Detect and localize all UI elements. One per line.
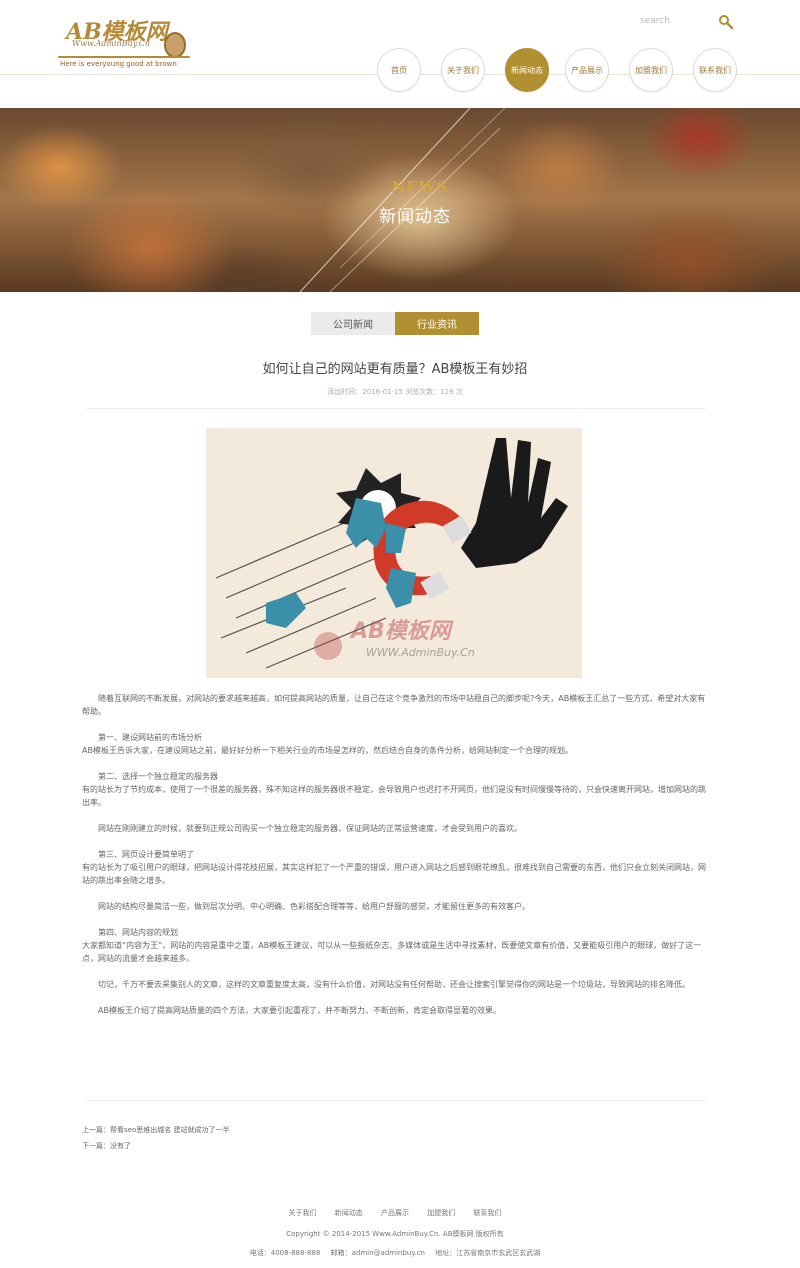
site-logo[interactable]: AB模板网 Www.AdminBuy.Cn Here is everyoung …	[58, 12, 198, 72]
paragraph: AB模板王告诉大家，在建设网站之前，最好好分析一下相关行业的市场是怎样的，然后结…	[82, 746, 573, 755]
footer-link-news[interactable]: 新闻动态	[335, 1209, 363, 1217]
search-icon[interactable]	[718, 14, 734, 30]
footer-link-join[interactable]: 加盟我们	[427, 1209, 455, 1217]
footer-phone: 电话：4008-888-888	[249, 1249, 321, 1257]
footer-email: 邮箱：admin@adminbuy.cn	[330, 1249, 425, 1257]
watermark-url: WWW.AdminBuy.Cn	[366, 646, 475, 659]
site-header: AB模板网 Www.AdminBuy.Cn Here is everyoung …	[0, 0, 800, 108]
paragraph: 随着互联网的不断发展，对网站的要求越来越高，如何提高网站的质量，让自己在这个竞争…	[82, 694, 706, 716]
logo-emblem-icon	[164, 32, 186, 58]
search-box[interactable]: search	[638, 12, 742, 34]
section-heading: 第四、网站内容的规划	[98, 928, 178, 937]
tab-company-news[interactable]: 公司新闻	[311, 312, 395, 335]
footer-link-products[interactable]: 产品展示	[381, 1209, 409, 1217]
logo-url: Www.AdminBuy.Cn	[72, 39, 151, 48]
paragraph: AB模板王介绍了提高网站质量的四个方法，大家要引起重视了，并不断努力，不断创新，…	[98, 1006, 501, 1015]
paragraph: 网站的结构尽量简洁一些，做到层次分明、中心明确、色彩搭配合理等等，给用户舒服的感…	[98, 902, 530, 911]
footer-copyright: Copyright © 2014-2015 Www.AdminBuy.Cn. A…	[286, 1230, 504, 1238]
nav-item-home[interactable]: 首页	[377, 48, 421, 92]
footer-link-contact[interactable]: 联系我们	[473, 1209, 501, 1217]
logo-tagline: Here is everyoung good at brown	[60, 60, 177, 68]
divider	[86, 408, 706, 409]
paragraph: 有的站长为了节约成本，使用了一个很差的服务器，殊不知这样的服务器很不稳定，会导致…	[82, 785, 706, 807]
next-article-link[interactable]: 下一篇：没有了	[82, 1138, 229, 1154]
footer-contact: 电话：4008-888-888 邮箱：admin@adminbuy.cn 地址：…	[0, 1248, 790, 1258]
prev-next-links: 上一篇：帮看seo思维出城名 建站就成功了一半 下一篇：没有了	[82, 1122, 229, 1154]
search-input[interactable]: search	[640, 16, 670, 26]
article-content: 随着互联网的不断发展，对网站的要求越来越高，如何提高网站的质量，让自己在这个竞争…	[82, 692, 708, 1030]
paragraph-group: 第三、网页设计要简单明了 有的站长为了吸引用户的眼球，把网站设计得花枝招展，其实…	[82, 848, 708, 887]
article-image: AB模板网 WWW.AdminBuy.Cn	[206, 428, 582, 678]
category-tabs: 公司新闻 行业资讯	[311, 312, 479, 336]
divider	[86, 1100, 706, 1101]
footer-address: 地址：江苏省南京市玄武区玄武湖	[435, 1249, 541, 1257]
tab-industry-news[interactable]: 行业资讯	[395, 312, 479, 335]
paragraph-group: 第二、选择一个独立稳定的服务器 有的站长为了节约成本，使用了一个很差的服务器，殊…	[82, 770, 708, 809]
paragraph: 网站在刚刚建立的时候，就要到正规公司购买一个独立稳定的服务器，保证网站的正常运营…	[98, 824, 522, 833]
footer-nav: 关于我们 新闻动态 产品展示 加盟我们 联系我们	[0, 1208, 790, 1218]
section-heading: 第二、选择一个独立稳定的服务器	[98, 772, 218, 781]
paragraph: 切记，千万不要去采集别人的文章，这样的文章重复度太高，没有什么价值，对网站没有任…	[98, 980, 690, 989]
logo-underline	[58, 56, 190, 58]
main-nav: 首页 关于我们 新闻动态 产品展示 加盟我们 联系我们	[377, 48, 797, 98]
section-heading: 第三、网页设计要简单明了	[98, 850, 194, 859]
banner-decor-lines	[299, 108, 506, 292]
prev-article-link[interactable]: 上一篇：帮看seo思维出城名 建站就成功了一半	[82, 1122, 229, 1138]
magnet-illustration: AB模板网 WWW.AdminBuy.Cn	[206, 428, 582, 678]
page-banner: NEWS 新闻动态	[0, 108, 800, 292]
nav-item-news[interactable]: 新闻动态	[505, 48, 549, 92]
article-meta: 添加时间：2016-01-15 浏览次数：119 次	[327, 388, 463, 396]
banner-title-cn: 新闻动态	[379, 207, 451, 227]
paragraph: 大家都知道“内容为王”，网站的内容是重中之重，AB模板王建议，可以从一些报纸杂志…	[82, 941, 702, 963]
paragraph-group: 第四、网站内容的规划 大家都知道“内容为王”，网站的内容是重中之重，AB模板王建…	[82, 926, 708, 965]
section-heading: 第一、建设网站前的市场分析	[98, 733, 202, 742]
nav-item-products[interactable]: 产品展示	[565, 48, 609, 92]
nav-item-contact[interactable]: 联系我们	[693, 48, 737, 92]
paragraph-group: 第一、建设网站前的市场分析 AB模板王告诉大家，在建设网站之前，最好好分析一下相…	[82, 731, 708, 757]
nav-item-join[interactable]: 加盟我们	[629, 48, 673, 92]
banner-title-en: NEWS	[391, 178, 449, 196]
watermark-text: AB模板网	[349, 619, 454, 644]
nav-item-about[interactable]: 关于我们	[441, 48, 485, 92]
article-title: 如何让自己的网站更有质量？AB模板王有妙招	[262, 362, 528, 377]
footer-link-about[interactable]: 关于我们	[289, 1209, 317, 1217]
paragraph: 有的站长为了吸引用户的眼球，把网站设计得花枝招展，其实这样犯了一个严重的错误，用…	[82, 863, 706, 885]
